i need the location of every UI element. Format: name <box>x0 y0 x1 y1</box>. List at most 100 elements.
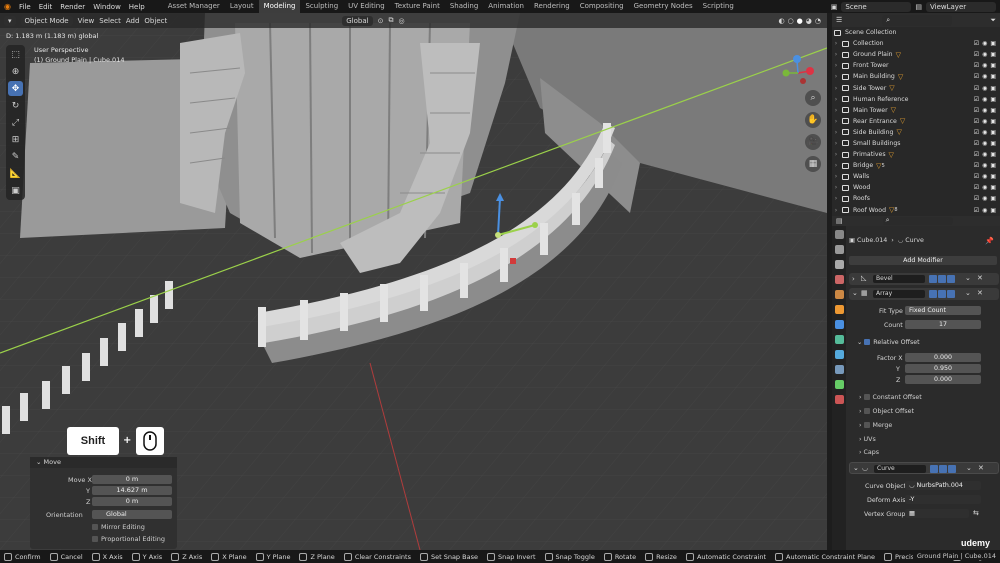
expand-arrow-icon[interactable]: › <box>832 51 840 58</box>
outliner-item[interactable]: › Front Tower ☑ ◉ ▣ <box>832 60 1000 71</box>
constraints-tab-icon[interactable] <box>834 365 844 374</box>
eye-icon[interactable]: ◉ <box>982 73 987 80</box>
outliner-item[interactable]: › Main Tower ▽ ☑ ◉ ▣ <box>832 105 1000 116</box>
transform-orientation-dropdown[interactable]: Global <box>342 15 373 26</box>
proportional-editing-checkbox[interactable]: Proportional Editing <box>92 535 165 543</box>
eye-icon[interactable]: ◉ <box>982 162 987 169</box>
material-shading-icon[interactable]: ◕ <box>806 17 812 25</box>
outliner-item[interactable]: › Walls ☑ ◉ ▣ <box>832 171 1000 182</box>
object-offset-toggle[interactable]: › Object Offset <box>859 408 914 415</box>
view-layer-selector[interactable]: ViewLayer <box>926 1 996 12</box>
checkbox-icon[interactable]: ☑ <box>974 51 979 58</box>
tab-sculpting[interactable]: Sculpting <box>300 0 343 13</box>
remove-array-icon[interactable]: ✕ <box>977 289 983 297</box>
checkbox-icon[interactable]: ☑ <box>974 73 979 80</box>
curve-object-field[interactable]: ◡ NurbsPath.004 <box>905 481 981 490</box>
expand-arrow-icon[interactable]: › <box>832 118 840 125</box>
tab-layout[interactable]: Layout <box>225 0 259 13</box>
tab-texture-paint[interactable]: Texture Paint <box>390 0 445 13</box>
dropdown-icon[interactable]: ⌄ <box>965 274 971 282</box>
dropdown-icon[interactable]: ⌄ <box>966 464 972 472</box>
eye-icon[interactable]: ◉ <box>982 195 987 202</box>
measure-tool-icon[interactable]: 📐 <box>8 166 23 181</box>
checkbox-icon[interactable]: ☑ <box>974 118 979 125</box>
visibility-toggles[interactable]: ☑ ◉ ▣ <box>974 40 996 47</box>
scene-tab-icon[interactable] <box>834 290 844 299</box>
proportional-editing-icon[interactable]: ◎ <box>398 17 404 25</box>
move-gizmo-x[interactable] <box>510 258 516 264</box>
display-mode-icon[interactable]: ☰ <box>836 16 842 24</box>
visibility-toggles[interactable]: ☑ ◉ ▣ <box>974 107 996 114</box>
properties-editor-icon[interactable]: ▤ <box>836 217 843 225</box>
relative-offset-toggle[interactable]: ⌄ Relative Offset <box>857 339 920 346</box>
outliner-item[interactable]: › Side Tower ▽ ☑ ◉ ▣ <box>832 82 1000 93</box>
invert-icon[interactable]: ⇆ <box>973 509 979 517</box>
dropdown-icon[interactable]: ⌄ <box>965 289 971 297</box>
annotate-tool-icon[interactable]: ✎ <box>8 149 23 164</box>
menu-object[interactable]: Object <box>144 17 167 25</box>
view-layer-tab-icon[interactable] <box>834 275 844 284</box>
menu-add[interactable]: Add <box>126 17 140 25</box>
bevel-name-field[interactable]: Bevel <box>873 275 925 283</box>
visibility-toggles[interactable]: ☑ ◉ ▣ <box>974 207 996 214</box>
rotate-tool-icon[interactable]: ↻ <box>8 98 23 113</box>
visibility-toggles[interactable]: ☑ ◉ ▣ <box>974 85 996 92</box>
eye-icon[interactable]: ◉ <box>982 129 987 136</box>
snap-icon[interactable]: ⧉ <box>388 16 393 25</box>
vertex-group-field[interactable]: ▦ <box>905 509 969 518</box>
factor-y-field[interactable]: 0.950 <box>905 364 981 373</box>
checkbox-icon[interactable]: ☑ <box>974 107 979 114</box>
eye-icon[interactable]: ◉ <box>982 107 987 114</box>
eye-icon[interactable]: ◉ <box>982 40 987 47</box>
outliner-item[interactable]: › Collection ☑ ◉ ▣ <box>832 38 1000 49</box>
blender-logo-icon[interactable]: ◉ <box>0 2 15 11</box>
transform-tool-icon[interactable]: ⊞ <box>8 132 23 147</box>
checkbox-icon[interactable]: ☑ <box>974 62 979 69</box>
checkbox-icon[interactable]: ☑ <box>974 85 979 92</box>
factor-z-field[interactable]: 0.000 <box>905 375 981 384</box>
outliner-item[interactable]: › Human Reference ☑ ◉ ▣ <box>832 94 1000 105</box>
rendered-shading-icon[interactable]: ◔ <box>815 17 821 25</box>
visibility-toggles[interactable]: ☑ ◉ ▣ <box>974 96 996 103</box>
checkbox-icon[interactable]: ☑ <box>974 207 979 214</box>
menu-edit[interactable]: Edit <box>35 3 57 11</box>
scene-collection-row[interactable]: Scene Collection <box>832 27 1000 38</box>
chevron-down-icon[interactable]: ⌄ <box>852 289 858 297</box>
perspective-grid-icon[interactable]: ▦ <box>805 156 821 172</box>
outliner-item[interactable]: › Small Buildings ☑ ◉ ▣ <box>832 138 1000 149</box>
constant-offset-toggle[interactable]: › Constant Offset <box>859 394 922 401</box>
array-modifier-header[interactable]: ⌄ ▦ Array ⌄ ✕ <box>849 288 999 300</box>
expand-arrow-icon[interactable]: › <box>832 40 840 47</box>
camera-icon[interactable]: ▣ <box>990 162 996 169</box>
chevron-down-icon[interactable]: ⌄ <box>853 464 859 472</box>
expand-arrow-icon[interactable]: › <box>832 207 840 214</box>
operation-title[interactable]: ⌄ Move <box>30 457 177 468</box>
scale-tool-icon[interactable]: ⤢ <box>8 115 23 130</box>
add-cube-tool-icon[interactable]: ▣ <box>8 183 23 198</box>
expand-arrow-icon[interactable]: › <box>832 162 840 169</box>
checkbox-icon[interactable]: ☑ <box>974 151 979 158</box>
camera-icon[interactable]: ▣ <box>990 107 996 114</box>
output-tab-icon[interactable] <box>834 260 844 269</box>
menu-file[interactable]: File <box>15 3 35 11</box>
eye-icon[interactable]: ◉ <box>982 140 987 147</box>
count-field[interactable]: 17 <box>905 320 981 329</box>
expand-arrow-icon[interactable]: › <box>832 195 840 202</box>
filter-icon[interactable]: ⏷ <box>990 16 996 25</box>
remove-bevel-icon[interactable]: ✕ <box>977 274 983 282</box>
move-x-field[interactable]: 0 m <box>92 475 172 484</box>
outliner-item[interactable]: › Roofs ☑ ◉ ▣ <box>832 193 1000 204</box>
caps-panel[interactable]: › Caps <box>859 449 879 456</box>
eye-icon[interactable]: ◉ <box>982 62 987 69</box>
tab-shading[interactable]: Shading <box>445 0 483 13</box>
merge-toggle[interactable]: › Merge <box>859 422 892 429</box>
object-mode-dropdown[interactable]: Object Mode <box>20 15 73 26</box>
select-box-icon[interactable]: ⬚ <box>8 47 23 62</box>
uvs-panel[interactable]: › UVs <box>859 436 876 443</box>
chevron-right-icon[interactable]: › <box>852 275 855 283</box>
eye-icon[interactable]: ◉ <box>982 184 987 191</box>
solid-shading-icon[interactable]: ● <box>797 17 803 25</box>
checkbox-icon[interactable]: ☑ <box>974 162 979 169</box>
eye-icon[interactable]: ◉ <box>982 173 987 180</box>
add-modifier-button[interactable]: Add Modifier <box>849 256 997 265</box>
